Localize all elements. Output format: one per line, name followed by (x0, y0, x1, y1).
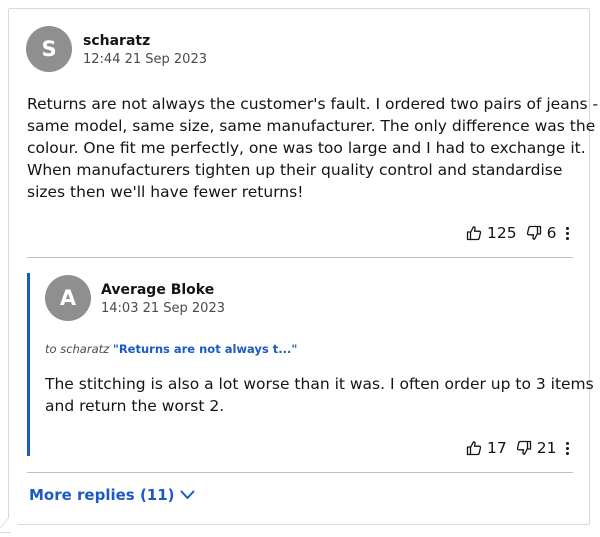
reply-votes: 17 21 (466, 439, 570, 457)
comment-username[interactable]: scharatz (83, 33, 150, 49)
reply-quote: to scharatz "Returns are not always t...… (45, 342, 297, 356)
more-replies-label: More replies (11) (29, 486, 175, 504)
divider (27, 472, 573, 473)
downvote-count: 6 (546, 224, 557, 242)
divider (27, 257, 573, 258)
comment-body-line: When manufacturers tighten up their qual… (27, 161, 563, 179)
chevron-down-icon (180, 490, 195, 500)
comment-timestamp: 12:44 21 Sep 2023 (83, 52, 207, 67)
comment-body: Returns are not always the customer's fa… (27, 93, 598, 203)
more-options-icon[interactable] (566, 226, 570, 240)
more-replies-button[interactable]: More replies (11) (29, 486, 195, 504)
reply-timestamp: 14:03 21 Sep 2023 (101, 301, 225, 316)
upvote-button[interactable]: 17 (466, 439, 507, 457)
avatar-letter: A (59, 286, 77, 310)
reply-to-label: to scharatz (45, 342, 110, 356)
reply-body-line: The stitching is also a lot worse than i… (45, 375, 594, 393)
speech-bubble-tail (0, 518, 23, 533)
more-options-icon[interactable] (566, 441, 570, 455)
upvote-button[interactable]: 125 (466, 224, 517, 242)
downvote-button[interactable]: 6 (526, 224, 557, 242)
downvote-count: 21 (536, 439, 557, 457)
thumbs-down-icon (516, 440, 532, 456)
comment-votes: 125 6 (466, 224, 570, 242)
reply-username[interactable]: Average Bloke (101, 282, 214, 298)
comment-body-line: same model, same size, same manufacturer… (27, 117, 596, 135)
reply-body: The stitching is also a lot worse than i… (45, 373, 594, 417)
reply-avatar[interactable]: A (45, 275, 91, 321)
quote-link[interactable]: "Returns are not always t..." (113, 342, 298, 356)
thumbs-up-icon (466, 440, 482, 456)
thumbs-down-icon (526, 225, 542, 241)
comment-body-line: sizes then we'll have fewer returns! (27, 183, 304, 201)
comment-body-line: colour. One fit me perfectly, one was to… (27, 139, 586, 157)
comment-body-line: Returns are not always the customer's fa… (27, 95, 599, 113)
avatar[interactable]: S (26, 26, 72, 72)
upvote-count: 17 (487, 439, 507, 457)
downvote-button[interactable]: 21 (516, 439, 557, 457)
thumbs-up-icon (466, 225, 482, 241)
upvote-count: 125 (487, 224, 517, 242)
avatar-letter: S (41, 37, 57, 61)
reply-body-line: and return the worst 2. (45, 397, 225, 415)
reply-indent-bar (27, 273, 30, 456)
